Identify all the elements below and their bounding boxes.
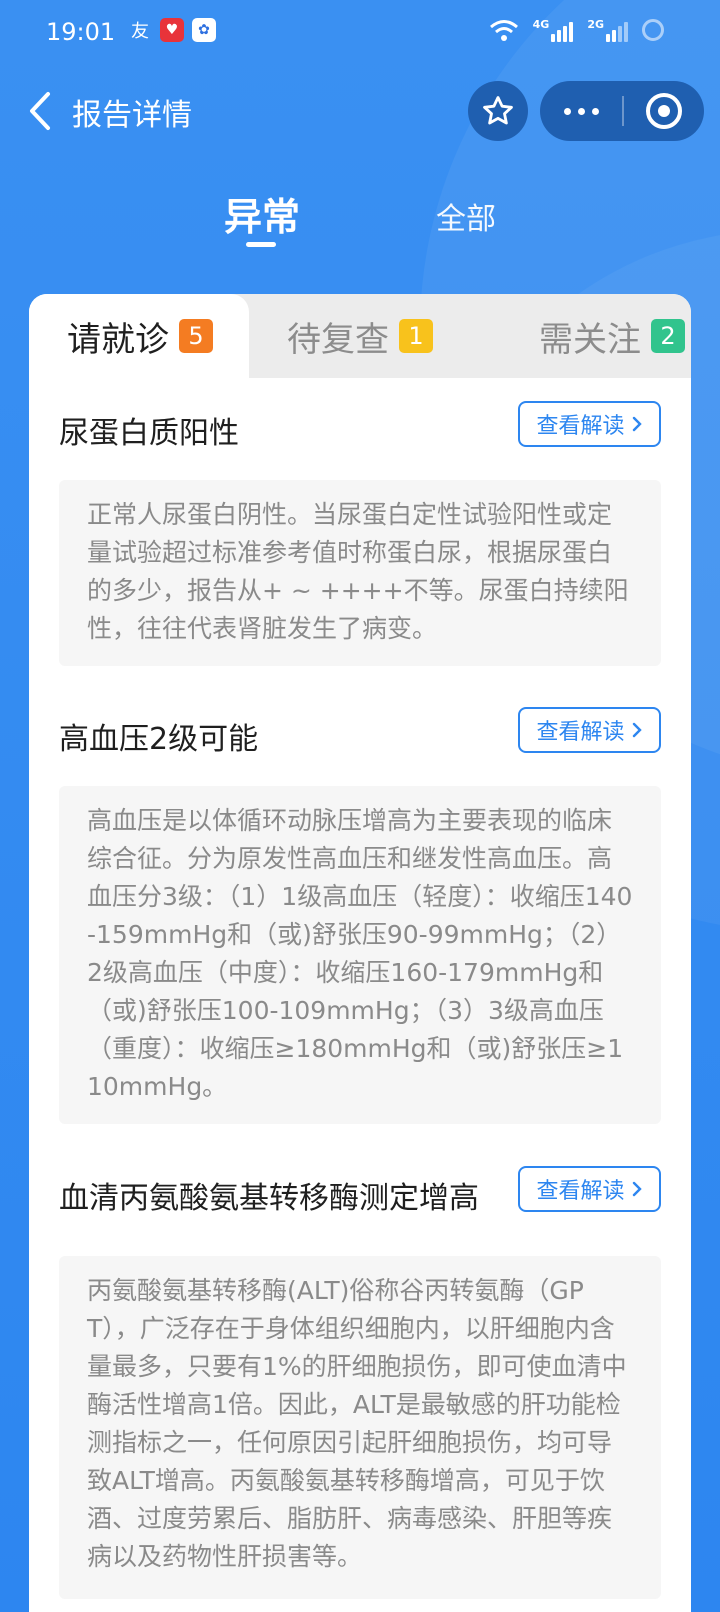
mini-program-capsule [540, 81, 704, 141]
item-description: 正常人尿蛋白阴性。当尿蛋白定性试验阳性或定量试验超过标准参考值时称蛋白尿，根据尿… [59, 480, 661, 666]
tab-label: 请就诊 [67, 319, 169, 360]
status-time: 19:01 [46, 18, 116, 46]
button-label: 查看解读 [536, 414, 625, 439]
active-tab-indicator [246, 242, 276, 247]
status-app-icons: 友 ♥ ✿ [128, 18, 216, 42]
tab-all[interactable]: 全部 [436, 194, 496, 238]
item-description: 高血压是以体循环动脉压增高为主要表现的临床综合征。分为原发性高血压和继发性高血压… [59, 786, 661, 1124]
tab-see-doctor[interactable]: 请就诊 5 [29, 294, 249, 378]
baidu-icon: ✿ [192, 18, 216, 42]
favorite-button[interactable] [468, 81, 528, 141]
segment-tabs: 异常 全部 [0, 186, 720, 248]
battery-icon [642, 19, 664, 41]
view-interpretation-button[interactable]: 查看解读 [518, 401, 661, 447]
count-badge: 2 [651, 319, 685, 353]
star-icon [483, 96, 513, 125]
more-icon[interactable] [540, 107, 622, 115]
friend-icon: 友 [131, 21, 149, 42]
health-icon: ♥ [160, 18, 184, 42]
tab-abnormal[interactable]: 异常 [224, 186, 300, 241]
view-interpretation-button[interactable]: 查看解读 [518, 1166, 661, 1212]
view-interpretation-button[interactable]: 查看解读 [518, 707, 661, 753]
category-tabs: 请就诊 5 待复查 1 需关注 2 [29, 294, 691, 378]
item-title: 高血压2级可能 [59, 722, 259, 757]
chevron-right-icon [632, 1181, 642, 1197]
report-card: 请就诊 5 待复查 1 需关注 2 尿蛋白质阳性 查看解读 正常人尿蛋白阴性。当… [29, 294, 691, 1612]
button-label: 查看解读 [536, 720, 625, 745]
nav-bar: 报告详情 [0, 74, 720, 150]
network-label: 2G [587, 18, 604, 31]
wifi-icon [489, 20, 518, 41]
tab-label: 需关注 [539, 319, 641, 360]
count-badge: 5 [179, 319, 213, 353]
tab-label: 待复查 [287, 319, 389, 360]
back-arrow-icon[interactable] [22, 86, 62, 136]
signal-2g-icon: 2G [587, 18, 628, 42]
button-label: 查看解读 [536, 1179, 625, 1204]
chevron-right-icon [632, 416, 642, 432]
page-title: 报告详情 [72, 98, 192, 133]
status-bar: 19:01 友 ♥ ✿ 4G 2G [0, 0, 720, 64]
signal-4g-icon: 4G [533, 18, 574, 42]
item-title: 尿蛋白质阳性 [59, 416, 239, 451]
chevron-right-icon [632, 722, 642, 738]
status-indicators: 4G 2G [489, 18, 664, 42]
count-badge: 1 [399, 319, 433, 353]
item-description: 丙氨酸氨基转移酶(ALT)俗称谷丙转氨酶（GPT），广泛存在于身体组织细胞内，以… [59, 1256, 661, 1599]
network-label: 4G [532, 18, 550, 31]
target-icon[interactable] [624, 93, 704, 129]
tab-recheck[interactable]: 待复查 1 [249, 294, 469, 378]
item-title: 血清丙氨酸氨基转移酶测定增高 [59, 1181, 479, 1216]
tab-attention[interactable]: 需关注 2 [469, 294, 691, 378]
